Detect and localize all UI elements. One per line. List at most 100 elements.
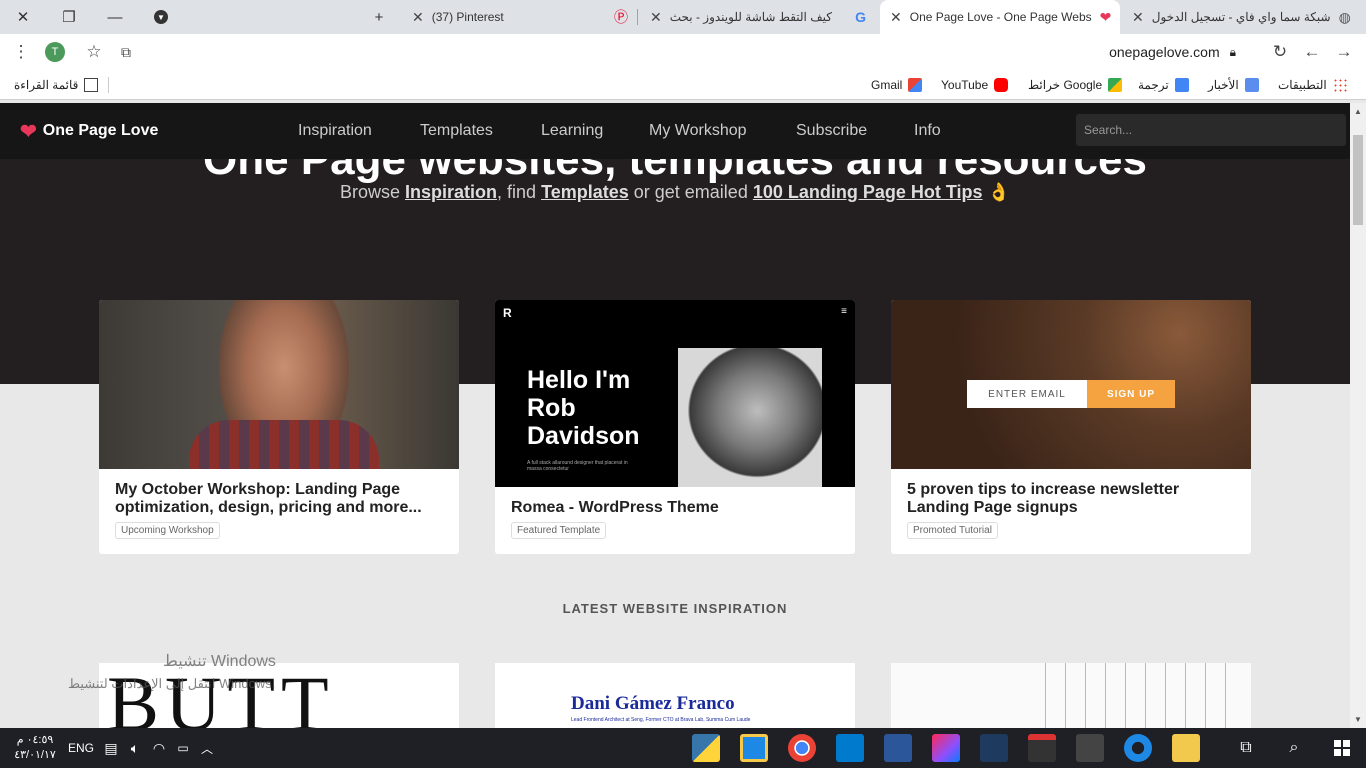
task-view-icon[interactable]: ⧉ [1226,728,1266,768]
card-romea[interactable]: R ≡ Hello I'm Rob Davidson A full stack … [495,300,855,554]
tab-search-button[interactable]: ▼ [138,0,184,34]
card-tag[interactable]: Featured Template [511,522,607,539]
logo-text: One Page Love [42,122,159,139]
shirt-shape [189,420,379,469]
menu-icon[interactable]: ⋮ [10,34,32,70]
language-indicator[interactable]: ENG [66,728,96,768]
romea-tagline: A full stack allaround designer that pla… [527,460,628,472]
maps-icon [1108,78,1123,92]
notification-icon[interactable]: ▤ [100,728,122,768]
search-icon[interactable]: ⌕ [1274,728,1314,768]
search-input[interactable]: Search... [1076,114,1346,146]
minimize-window-button[interactable]: — [92,0,138,34]
site-nav: ❤ One Page Love Inspiration Templates Le… [0,103,1350,159]
battery-icon[interactable]: ▭ [172,728,194,768]
bookmark-label: YouTube [941,78,989,92]
card-title[interactable]: Romea - WordPress Theme [511,499,831,517]
app-icon[interactable] [740,734,768,762]
bookmarks-bar: قائمة القراءة Gmail YouTube خرائط Google… [0,70,1366,100]
card-title[interactable]: My October Workshop: Landing Page optimi… [115,481,435,517]
scroll-down-icon[interactable]: ▼ [1354,715,1362,724]
rob-photo [678,348,822,487]
new-tab-button[interactable]: + [356,0,402,34]
dev-icon[interactable] [980,734,1008,762]
bookmark-gmail[interactable]: Gmail [871,70,923,100]
close-icon[interactable]: ✕ [890,9,902,26]
restore-window-button[interactable]: ❐ [46,0,92,34]
back-icon[interactable]: ← [1300,34,1324,70]
tab-google-search[interactable]: ✕ كيف التقط شاشة للويندوز - بحث G [640,0,876,34]
edge-icon[interactable] [1124,734,1152,762]
wifi-icon[interactable]: ◠ [148,728,170,768]
workshop-thumbnail [99,300,459,469]
word-icon[interactable] [884,734,912,762]
card-workshop[interactable]: My October Workshop: Landing Page optimi… [99,300,459,554]
bookmark-label: خرائط Google [1028,78,1103,92]
bookmark-news[interactable]: الأخبار [1208,70,1259,100]
tab-sama-wifi[interactable]: ✕ شبكة سما واي فاي - تسجيل الدخول ◍ [1122,0,1358,34]
file-explorer-icon[interactable] [1172,734,1200,762]
reading-list-icon [84,78,99,92]
address-bar[interactable]: onepagelove.com 🔒︎ [1109,34,1236,70]
cast-icon[interactable]: ⧉ [114,34,138,70]
bookmark-maps[interactable]: خرائط Google [1028,70,1123,100]
nav-subscribe[interactable]: Subscribe [796,103,867,159]
scrollbar[interactable]: ▲ ▼ [1350,103,1366,728]
hot-tips-link[interactable]: 100 Landing Page Hot Tips [753,182,983,202]
scrollbar-thumb[interactable] [1353,135,1363,225]
translate-icon [1174,78,1189,92]
vscode-icon[interactable] [836,734,864,762]
clock-date: ٤٣/٠١/١٧ [14,749,56,761]
reading-list-button[interactable]: قائمة القراءة [14,70,104,100]
heart-icon: ❤ [1099,8,1112,25]
card-title[interactable]: 5 proven tips to increase newsletter Lan… [907,481,1227,517]
tab-title: كيف التقط شاشة للويندوز - بحث [669,10,832,24]
close-window-button[interactable]: ✕ [0,0,46,34]
nav-my-workshop[interactable]: My Workshop [649,103,747,159]
inspiration-card[interactable] [891,663,1251,728]
templates-link[interactable]: Templates [541,182,629,202]
chevron-up-icon[interactable]: ︿ [196,728,218,768]
nav-learning[interactable]: Learning [541,103,603,159]
card-newsletter-tips[interactable]: ENTER EMAIL SIGN UP 5 proven tips to inc… [891,300,1251,554]
python-icon[interactable] [692,734,720,762]
star-icon[interactable]: ☆ [82,34,106,70]
inspiration-card[interactable]: Dani Gámez Franco Lead Frontend Architec… [495,663,855,728]
profile-button[interactable]: T [42,34,68,70]
nav-inspiration[interactable]: Inspiration [298,103,372,159]
close-icon[interactable]: ✕ [650,9,662,26]
inspiration-link[interactable]: Inspiration [405,182,497,202]
calendar-icon[interactable] [1028,734,1056,762]
bookmark-youtube[interactable]: YouTube [941,70,1009,100]
scroll-up-icon[interactable]: ▲ [1354,107,1362,116]
volume-icon[interactable]: 🔈︎ [124,728,146,768]
card-tag[interactable]: Promoted Tutorial [907,522,998,539]
reload-icon[interactable]: ↻ [1268,34,1292,70]
intellij-icon[interactable] [932,734,960,762]
chrome-icon[interactable] [788,734,816,762]
close-icon[interactable]: ✕ [1132,9,1144,26]
inspiration-card[interactable]: BUTT [99,663,459,728]
close-icon[interactable]: ✕ [412,9,424,26]
nav-templates[interactable]: Templates [420,103,493,159]
url-text: onepagelove.com [1109,44,1220,60]
clock[interactable]: ٠٤:٥٩ م ٤٣/٠١/١٧ [10,728,60,768]
site-logo[interactable]: ❤ One Page Love [20,103,158,159]
chevron-down-icon: ▼ [154,10,168,24]
tab-pinterest[interactable]: ✕ (37) Pinterest Ⓟ [402,0,638,34]
card-lines [1045,663,1245,728]
bookmark-label: التطبيقات [1278,78,1327,92]
bookmark-apps[interactable]: التطبيقات [1278,70,1347,100]
windows-watermark-title: تنشيط Windows [163,653,276,670]
tab-one-page-love[interactable]: ✕ One Page Love - One Page Webs ❤ [880,0,1120,34]
nav-info[interactable]: Info [914,103,941,159]
heart-icon: ❤ [20,120,37,143]
store-icon[interactable] [1076,734,1104,762]
divider [108,77,109,93]
card-tag[interactable]: Upcoming Workshop [115,522,220,539]
start-button[interactable] [1322,728,1362,768]
forward-icon[interactable]: → [1332,34,1356,70]
tab-title: (37) Pinterest [431,10,504,24]
windows-taskbar: ٠٤:٥٩ م ٤٣/٠١/١٧ ENG ▤ 🔈︎ ◠ ▭ ︿ ⧉ ⌕ [0,728,1366,768]
bookmark-translate[interactable]: ترجمة [1138,70,1189,100]
